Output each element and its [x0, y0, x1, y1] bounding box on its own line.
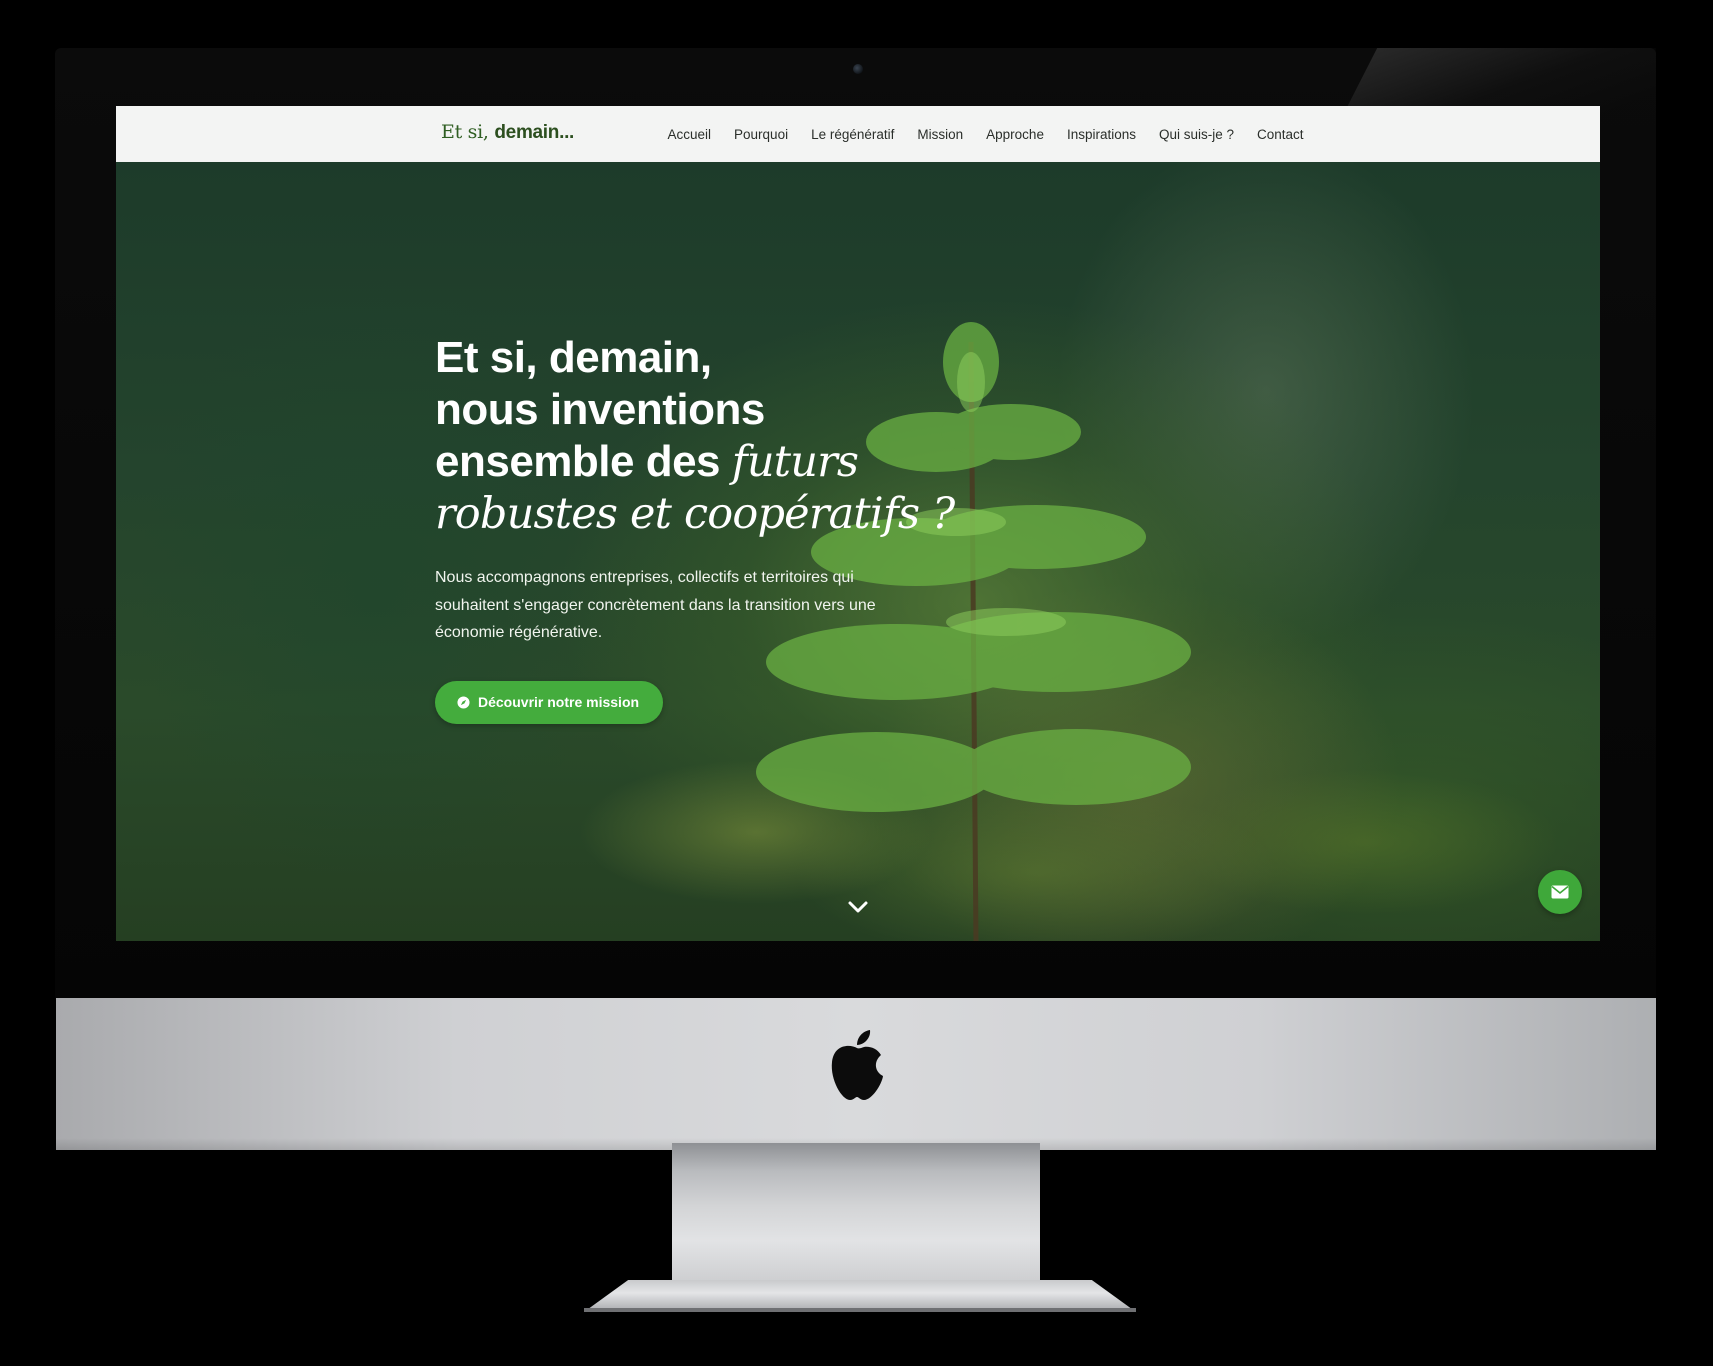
site-logo[interactable]: Et si, demain... — [441, 121, 574, 144]
nav-item-pourquoi[interactable]: Pourquoi — [723, 127, 800, 142]
logo-part-1: Et si, — [441, 121, 489, 143]
envelope-icon — [1551, 885, 1569, 899]
nav-item-inspirations[interactable]: Inspirations — [1055, 127, 1147, 142]
hero-title-line-2: nous inventions — [435, 385, 765, 434]
chevron-down-icon[interactable] — [847, 900, 869, 914]
nav-item-le-regeneratif[interactable]: Le régénératif — [800, 127, 906, 142]
nav-item-approche[interactable]: Approche — [975, 127, 1056, 142]
nav-item-accueil[interactable]: Accueil — [656, 127, 723, 142]
nav-menu: Accueil Pourquoi Le régénératif Mission … — [656, 106, 1315, 162]
discover-mission-label: Découvrir notre mission — [478, 694, 640, 710]
hero-title-line-1: Et si, demain, — [435, 333, 712, 382]
hero-description: Nous accompagnons entreprises, collectif… — [435, 569, 876, 641]
compass-icon — [457, 695, 470, 709]
camera-icon — [853, 64, 863, 74]
hero-title-italic-2: robustes et coopératifs ? — [435, 489, 955, 539]
nav-item-qui-suis-je[interactable]: Qui suis-je ? — [1148, 127, 1246, 142]
monitor-stand-neck — [672, 1143, 1040, 1283]
nav-item-contact[interactable]: Contact — [1246, 127, 1316, 142]
contact-fab-button[interactable] — [1538, 870, 1582, 914]
nav-item-mission[interactable]: Mission — [906, 127, 975, 142]
discover-mission-button[interactable]: Découvrir notre mission — [435, 680, 664, 724]
hero-section: Et si, demain, nous inventions ensemble … — [116, 162, 1600, 941]
browser-screen: Et si, demain... Accueil Pourquoi Le rég… — [116, 106, 1600, 941]
logo-part-2: demain... — [494, 122, 575, 143]
site-navbar: Et si, demain... Accueil Pourquoi Le rég… — [116, 106, 1600, 163]
hero-title: Et si, demain, nous inventions ensemble … — [435, 332, 955, 540]
monitor-stand-edge — [584, 1308, 1136, 1312]
apple-logo-icon — [831, 1030, 883, 1100]
hero-title-italic-1: futurs — [731, 437, 859, 487]
hero-content: Et si, demain, nous inventions ensemble … — [435, 332, 955, 724]
hero-title-line-3: ensemble des — [435, 437, 721, 486]
device-mockup: Et si, demain... Accueil Pourquoi Le rég… — [0, 0, 1713, 1366]
